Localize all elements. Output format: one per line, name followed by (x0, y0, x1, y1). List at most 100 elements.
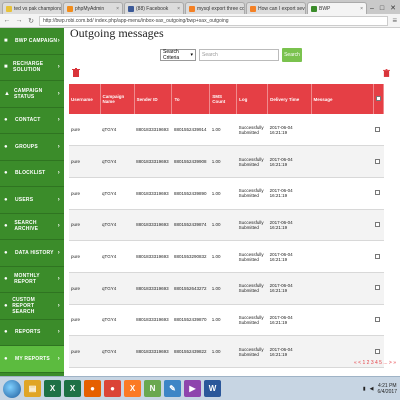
close-tab-icon[interactable]: × (116, 6, 119, 12)
browser-tab[interactable]: How can I export seven...× (246, 2, 306, 14)
sidebar-item-my-reports[interactable]: ● MY REPORTS › (0, 346, 64, 373)
sidebar-item-label: REPORTS (15, 329, 41, 336)
close-tab-icon[interactable]: × (360, 6, 363, 12)
row-checkbox[interactable] (375, 316, 381, 322)
excel-icon[interactable]: X (44, 380, 61, 397)
row-checkbox[interactable] (375, 190, 381, 196)
chevron-right-icon: › (57, 249, 60, 256)
sidebar-item-contact[interactable]: ● CONTACT › (0, 108, 64, 134)
search-input[interactable]: Search (199, 49, 279, 61)
search-criteria-select[interactable]: Search Criteria ▾ (160, 49, 196, 61)
close-icon[interactable]: ✕ (390, 4, 396, 12)
table-cell: 8801833319693 (134, 304, 172, 337)
browser-tab[interactable]: mysql export three colu...× (185, 2, 245, 14)
search-button[interactable]: Search (282, 48, 302, 62)
table-row[interactable]: pure qTGY4 8801833319693 8801552439870 1.00 S… (69, 304, 384, 337)
sidebar-item-bwp-campaign[interactable]: ■ BWP CAMPAIGN › (0, 28, 64, 55)
sidebar-item-custom-report-search[interactable]: ● CUSTOM REPORT SEARCH › (0, 293, 64, 320)
back-icon[interactable]: ← (3, 17, 11, 24)
chevron-right-icon: › (57, 64, 60, 71)
favicon-icon (6, 5, 12, 12)
folder-icon[interactable]: ▤ (24, 380, 41, 397)
sidebar-item-campaign-status[interactable]: ▲ CAMPAIGN STATUS › (0, 81, 64, 108)
column-header[interactable]: Username (69, 84, 101, 114)
browser-tab[interactable]: ted vs pak champions trophy× (2, 2, 62, 14)
close-tab-icon[interactable]: × (177, 6, 180, 12)
table-row[interactable]: pure qTGY4 8801833319693 8801552439914 1.00 S… (69, 114, 384, 147)
notepad-icon[interactable]: N (144, 380, 161, 397)
table-row[interactable]: pure qTGY4 8801833319693 8801552439908 1.00 S… (69, 145, 384, 178)
sidebar-item-label: GROUPS (15, 143, 38, 150)
sidebar-item-label: DATA HISTORY (15, 249, 54, 256)
firefox-icon[interactable]: ● (84, 380, 101, 397)
menu-icon: ● (4, 302, 8, 309)
menu-icon: ● (4, 249, 8, 256)
reload-icon[interactable]: ↻ (27, 17, 35, 25)
network-icon[interactable]: ▮ (363, 386, 366, 392)
forward-icon[interactable]: → (15, 17, 23, 24)
search-row: Search Criteria ▾ Search Search (160, 48, 302, 62)
column-header[interactable]: Message (311, 84, 374, 114)
sidebar-item-search-archive[interactable]: ● SEARCH ARCHIVE › (0, 214, 64, 240)
row-checkbox[interactable] (375, 253, 381, 259)
maximize-icon[interactable]: □ (380, 5, 384, 12)
column-header[interactable]: To (171, 84, 211, 114)
table-cell: 8801833319693 (134, 177, 172, 210)
browser-tab[interactable]: (88) Facebook × (124, 2, 184, 14)
sidebar: ■ BWP CAMPAIGN › ■ RECHARGE SOLUTION › ▲ CAMPAI… (0, 28, 64, 376)
browser-menu-icon[interactable]: ≡ (392, 16, 397, 25)
xampp-icon[interactable]: X (124, 380, 141, 397)
browser-tab[interactable]: phpMyAdmin × (63, 2, 123, 14)
word-icon[interactable]: W (204, 380, 221, 397)
row-checkbox[interactable] (375, 348, 381, 354)
media-icon[interactable]: ▶ (184, 380, 201, 397)
sidebar-item-blocklist[interactable]: ● BLOCKLIST › (0, 161, 64, 187)
column-header[interactable]: Log (236, 84, 269, 114)
sidebar-item-users[interactable]: ● USERS › (0, 187, 64, 214)
search-criteria-label: Search Criteria (163, 49, 180, 61)
pagination[interactable]: « < 1 2 3 4 5 ... > » (354, 360, 396, 366)
table-row[interactable]: pure qTGY4 8801833319693 8801552439874 1.00 S… (69, 209, 384, 242)
chrome-icon[interactable]: ● (104, 380, 121, 397)
table-cell: pure (69, 240, 101, 273)
sidebar-item-label: MONTHLY REPORT (14, 273, 40, 286)
sidebar-item-groups[interactable]: ● GROUPS › (0, 134, 64, 161)
trash-icon[interactable] (383, 69, 390, 77)
row-checkbox[interactable] (375, 285, 381, 291)
column-header[interactable] (373, 84, 385, 114)
column-header[interactable]: Campaign Name (100, 84, 135, 114)
sidebar-item-recharge-solution[interactable]: ■ RECHARGE SOLUTION › (0, 55, 64, 81)
favicon-icon (128, 5, 134, 12)
url-field[interactable]: http://bwp.robi.com.bd/ index.php/app-me… (39, 15, 389, 26)
row-checkbox[interactable] (375, 158, 381, 164)
sidebar-item-data-history[interactable]: ● DATA HISTORY › (0, 240, 64, 267)
window-controls: – □ ✕ (370, 2, 400, 14)
chevron-right-icon: › (57, 37, 60, 44)
table-cell: Successfully Submitted (236, 177, 268, 210)
row-checkbox[interactable] (375, 221, 381, 227)
sidebar-item-reports[interactable]: ● REPORTS › (0, 320, 64, 346)
select-all-checkbox[interactable] (375, 96, 381, 101)
table-cell: Successfully Submitted (236, 240, 268, 273)
paint-icon[interactable]: ✎ (164, 380, 181, 397)
trash-icon[interactable] (72, 68, 80, 77)
table-row[interactable]: pure qTGY4 8801833319693 8801552643272 1.00 S… (69, 272, 384, 305)
minimize-icon[interactable]: – (370, 5, 374, 12)
volume-icon[interactable]: ◀ (370, 386, 374, 392)
table-cell: Successfully Submitted (236, 209, 268, 242)
sidebar-item-monthly-report[interactable]: ● MONTHLY REPORT › (0, 267, 64, 293)
browser-tab[interactable]: BWP × (307, 2, 367, 14)
start-button[interactable] (3, 379, 21, 398)
table-row[interactable]: pure qTGY4 8801833319693 8801552439890 1.00 S… (69, 177, 384, 210)
column-header[interactable]: Delivery Time (267, 84, 312, 114)
sidebar-item-label: CAMPAIGN STATUS (13, 87, 43, 100)
excel-icon[interactable]: X (64, 380, 81, 397)
clock[interactable]: 4:21 PM 6/4/2017 (378, 383, 397, 395)
column-header[interactable]: SMS Count (209, 84, 238, 114)
table-row[interactable]: pure qTGY4 8801833319693 8801553290832 1.00 S… (69, 240, 384, 273)
favicon-icon (67, 5, 73, 12)
table-cell: 1.00 (209, 209, 237, 242)
row-checkbox[interactable] (375, 126, 381, 132)
column-header[interactable]: Sender ID (134, 84, 173, 114)
table-row[interactable]: pure qTGY4 8801833319693 8801552439822 1.00 S… (69, 335, 384, 368)
